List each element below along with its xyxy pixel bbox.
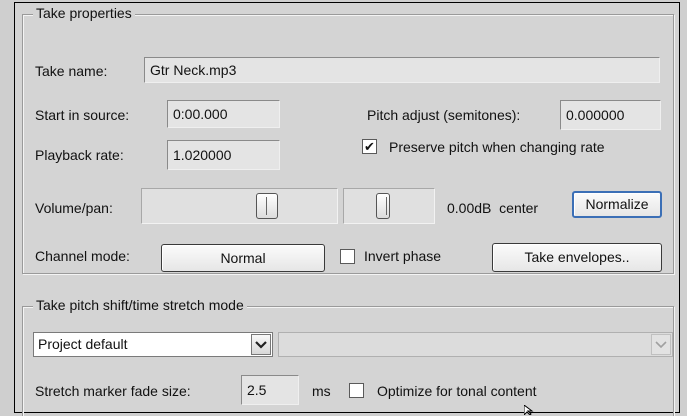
invert-phase-checkbox[interactable] — [340, 249, 355, 264]
preserve-pitch-label: Preserve pitch when changing rate — [389, 139, 605, 155]
take-name-label: Take name: — [35, 63, 108, 79]
volume-pan-readout: 0.00dB center — [447, 200, 539, 216]
optimize-tonal-checkbox[interactable] — [349, 383, 364, 398]
pitch-adjust-field[interactable]: 0.000000 — [560, 100, 661, 130]
pitch-shift-legend: Take pitch shift/time stretch mode — [33, 297, 247, 313]
stretch-mode-dropdown-button[interactable] — [251, 334, 271, 355]
channel-mode-button[interactable]: Normal — [161, 244, 325, 272]
preserve-pitch-checkbox[interactable]: ✔ — [362, 139, 377, 154]
start-in-source-label: Start in source: — [35, 107, 130, 123]
take-properties-legend: Take properties — [33, 5, 135, 21]
volume-slider[interactable] — [141, 188, 338, 224]
channel-mode-label: Channel mode: — [35, 248, 130, 264]
fade-size-field[interactable]: 2.5 — [241, 375, 299, 405]
playback-rate-label: Playback rate: — [35, 147, 124, 163]
invert-phase-label: Invert phase — [364, 248, 442, 264]
stretch-mode-select[interactable]: Project default — [33, 332, 273, 357]
take-envelopes-button[interactable]: Take envelopes.. — [492, 243, 662, 272]
pan-slider-thumb[interactable] — [376, 193, 390, 219]
stretch-submode-select — [278, 332, 673, 357]
normalize-button[interactable]: Normalize — [572, 191, 662, 218]
pan-slider[interactable] — [343, 188, 435, 224]
chevron-down-icon — [255, 340, 267, 349]
fade-size-label: Stretch marker fade size: — [35, 383, 191, 399]
fade-size-unit: ms — [312, 383, 331, 399]
take-properties-dialog: Take properties Take name: Gtr Neck.mp3 … — [14, 2, 680, 416]
stretch-submode-dropdown-button — [651, 334, 671, 355]
start-in-source-field[interactable]: 0:00.000 — [167, 100, 280, 128]
volume-pan-label: Volume/pan: — [35, 200, 113, 216]
stretch-mode-value: Project default — [38, 336, 128, 352]
chevron-down-icon — [655, 340, 667, 348]
take-name-field[interactable]: Gtr Neck.mp3 — [144, 57, 660, 83]
playback-rate-field[interactable]: 1.020000 — [167, 140, 280, 170]
mouse-cursor-icon — [524, 405, 534, 415]
checkmark-icon: ✔ — [364, 139, 375, 154]
optimize-tonal-label: Optimize for tonal content — [377, 383, 537, 399]
volume-slider-thumb[interactable] — [256, 193, 278, 219]
pitch-adjust-label: Pitch adjust (semitones): — [367, 107, 521, 123]
